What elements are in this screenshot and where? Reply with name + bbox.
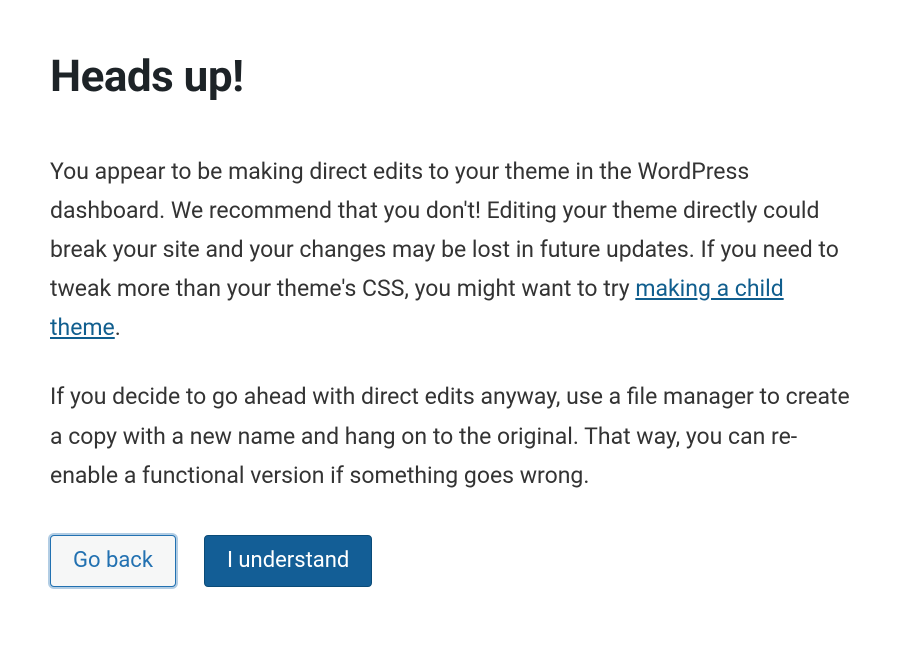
dialog-heading: Heads up!	[50, 50, 850, 102]
paragraph-text-after: .	[115, 314, 121, 341]
i-understand-button[interactable]: I understand	[204, 535, 372, 587]
go-back-button[interactable]: Go back	[50, 535, 176, 587]
warning-paragraph-2: If you decide to go ahead with direct ed…	[50, 377, 850, 494]
dialog-actions: Go back I understand	[50, 535, 850, 587]
warning-paragraph-1: You appear to be making direct edits to …	[50, 152, 850, 347]
